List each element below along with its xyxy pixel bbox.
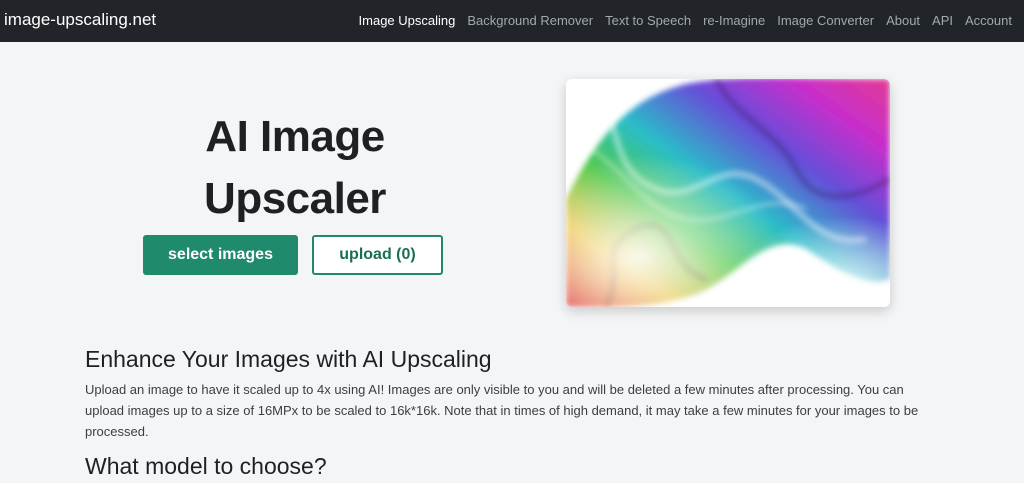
description-text: Upload an image to have it scaled up to …	[85, 382, 919, 439]
upload-button[interactable]: upload (0)	[312, 235, 443, 275]
nav-link-image-upscaling[interactable]: Image Upscaling	[359, 13, 456, 28]
smoke-illustration	[566, 79, 890, 307]
nav-link-text-to-speech[interactable]: Text to Speech	[605, 13, 691, 28]
nav-link-about[interactable]: About	[886, 13, 920, 28]
nav-link-api[interactable]: API	[932, 13, 953, 28]
model-heading: What model to choose?	[85, 453, 327, 479]
nav-link-background-remover[interactable]: Background Remover	[467, 13, 593, 28]
nav-link-image-converter[interactable]: Image Converter	[777, 13, 874, 28]
nav-link-account[interactable]: Account	[965, 13, 1012, 28]
enhance-heading: Enhance Your Images with AI Upscaling	[85, 346, 492, 372]
brand-link[interactable]: image-upscaling.net	[4, 10, 156, 30]
nav-links: Image Upscaling Background Remover Text …	[359, 13, 1012, 28]
select-images-button[interactable]: select images	[143, 235, 298, 275]
nav-link-re-imagine[interactable]: re-Imagine	[703, 13, 765, 28]
hero-title: AI Image Upscaler	[204, 112, 386, 223]
top-navbar: image-upscaling.net Image Upscaling Back…	[0, 0, 1024, 42]
colorful-smoke-image	[566, 79, 890, 307]
